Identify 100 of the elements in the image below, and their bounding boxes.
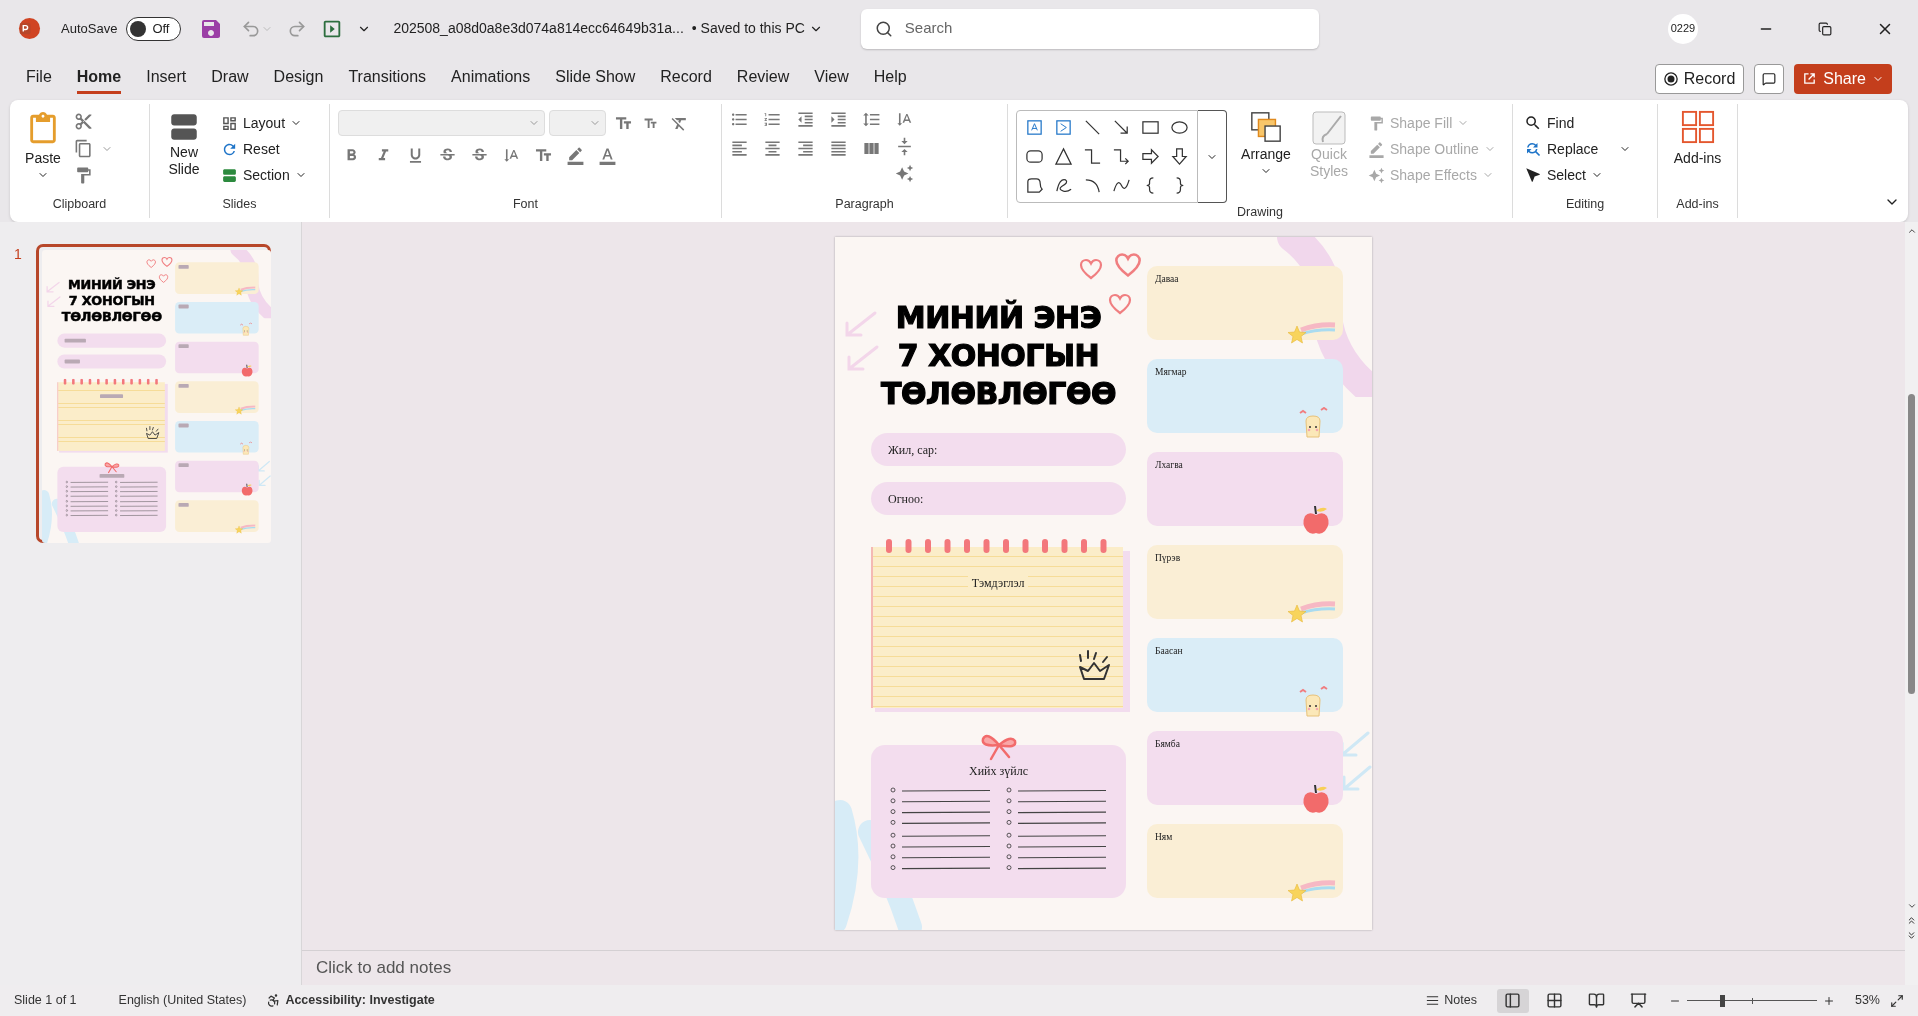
menu-tab[interactable]: Animations (451, 63, 531, 94)
editing-button[interactable]: Replace (1521, 136, 1635, 162)
zoom-thumb[interactable] (1720, 994, 1726, 1007)
slide-thumbnail[interactable]: МИНИЙ ЭНЭ 7 ХОНОГЫН ТӨЛӨВЛӨГӨӨ (35, 244, 271, 543)
autosave-toggle[interactable]: Off (126, 16, 182, 41)
redo-icon[interactable] (287, 18, 308, 39)
todo-title: Хийх зүйлс (969, 763, 1028, 780)
grid-icon (1680, 110, 1715, 144)
align-right-icon[interactable] (796, 139, 815, 158)
accessibility-button[interactable]: Accessibility: Investigate (266, 991, 435, 1010)
arc-icon[interactable] (1083, 176, 1102, 195)
new-slide-button[interactable]: New Slide (158, 110, 210, 196)
decrease-indent-icon[interactable] (796, 110, 815, 129)
restore-icon[interactable] (1818, 21, 1832, 36)
apple-icon (1301, 783, 1331, 815)
font-name-field[interactable] (338, 110, 545, 136)
editing-button[interactable]: Find (1521, 110, 1635, 136)
menu-tab[interactable]: Home (76, 63, 122, 94)
previous-slide-icon[interactable] (1906, 915, 1917, 926)
format-painter-icon[interactable] (74, 166, 93, 185)
line-icon[interactable] (1083, 118, 1102, 137)
record-button[interactable]: Record (1654, 63, 1745, 94)
freeform-icon[interactable] (1025, 176, 1044, 195)
increase-indent-icon[interactable] (829, 110, 848, 129)
menu-tab[interactable]: Help (873, 63, 907, 94)
copy-icon[interactable] (74, 139, 93, 158)
search-icon (1524, 114, 1542, 132)
slides-button[interactable]: Layout (218, 110, 310, 136)
scroll-thumb[interactable] (1908, 394, 1915, 694)
right-arrow-icon[interactable] (1141, 147, 1160, 166)
arrange-button[interactable]: Arrange (1237, 110, 1295, 203)
menu-tab[interactable]: Draw (211, 63, 249, 94)
paste-button[interactable]: Paste (18, 110, 68, 196)
vertical-scrollbar[interactable] (1905, 222, 1918, 985)
zoom-percent[interactable]: 53% (1854, 991, 1880, 1010)
slides-button[interactable]: Section (218, 162, 310, 188)
day-label: Мягмар (1155, 366, 1187, 379)
blurred-text (178, 344, 189, 349)
line-spacing-icon[interactable] (862, 110, 881, 129)
search-input[interactable]: Search (904, 17, 1305, 40)
down-arrow-icon[interactable] (1170, 147, 1189, 166)
shooting-star-icon (234, 524, 256, 535)
highlighter-icon[interactable] (566, 146, 585, 165)
layout-icon (221, 114, 238, 132)
next-slide-icon[interactable] (1906, 930, 1917, 941)
text-box-icon[interactable] (1054, 118, 1073, 137)
language-status[interactable]: English (United States) (118, 991, 247, 1010)
save-status[interactable]: • Saved to this PC (691, 18, 823, 39)
editing-button[interactable]: Select (1521, 162, 1635, 188)
font-size-field[interactable] (549, 110, 606, 136)
notes-button[interactable]: Notes (1425, 991, 1477, 1010)
connector-icon[interactable] (1083, 147, 1102, 166)
align-center-icon[interactable] (763, 139, 782, 158)
justify-icon[interactable] (829, 139, 848, 158)
app-logo (18, 17, 41, 40)
shooting-star-icon (234, 405, 256, 416)
text-box-icon[interactable] (1025, 118, 1044, 137)
menu-tab[interactable]: File (26, 63, 52, 94)
menu-tab[interactable]: View (814, 63, 849, 94)
share-button[interactable]: Share (1794, 63, 1892, 94)
blurred-text (178, 264, 189, 269)
scroll-up-icon[interactable] (1906, 226, 1917, 236)
menu-tab[interactable]: Slide Show (555, 63, 636, 94)
align-left-icon[interactable] (730, 139, 749, 158)
zoom-in-icon[interactable] (1822, 994, 1835, 1007)
numbering-icon[interactable] (763, 110, 782, 129)
align-text-icon[interactable] (895, 137, 914, 156)
oval-icon[interactable] (1170, 118, 1189, 137)
menu-tab[interactable]: Transitions (348, 63, 427, 94)
font-color-icon[interactable] (598, 146, 617, 165)
file-name: 202508_a08d0a8e3d074a814ecc64649b31a... (393, 19, 684, 38)
pointer-icon (1524, 166, 1542, 184)
arrow-icon[interactable] (1112, 118, 1131, 137)
comments-button[interactable] (1754, 63, 1785, 94)
search-field[interactable]: Search (860, 8, 1319, 49)
scribble-icon[interactable] (1054, 176, 1073, 195)
slides-button[interactable]: Reset (218, 136, 310, 162)
day-label: Пүрэв (1155, 552, 1181, 565)
fit-to-window-icon[interactable] (1890, 993, 1904, 1008)
user-avatar[interactable]: 0229 (1668, 13, 1698, 44)
add-ins-button[interactable]: Add-ins (1666, 110, 1729, 196)
zoom-slider[interactable] (1686, 993, 1817, 1008)
rounded-rectangle-icon[interactable] (1025, 147, 1044, 166)
rectangle-icon[interactable] (1141, 118, 1160, 137)
menu-tab[interactable]: Review (736, 63, 790, 94)
menu-tab[interactable]: Design (273, 63, 324, 94)
view-button[interactable] (1496, 988, 1529, 1013)
share-icon (1802, 71, 1818, 86)
triangle-icon[interactable] (1054, 147, 1073, 166)
scroll-down-icon[interactable] (1906, 901, 1917, 911)
blurred-text (178, 304, 189, 309)
heart-icon (1114, 251, 1142, 279)
elbow-arrow-icon[interactable] (1112, 147, 1131, 166)
menu-tab[interactable]: Insert (146, 63, 187, 94)
section-icon (221, 166, 238, 184)
scissors-icon[interactable] (74, 112, 93, 131)
day-label: Бямба (1155, 738, 1180, 751)
menu-tab[interactable]: Record (660, 63, 712, 94)
group-label: Clipboard (52, 196, 107, 214)
more-shapes-button[interactable] (1198, 110, 1227, 203)
